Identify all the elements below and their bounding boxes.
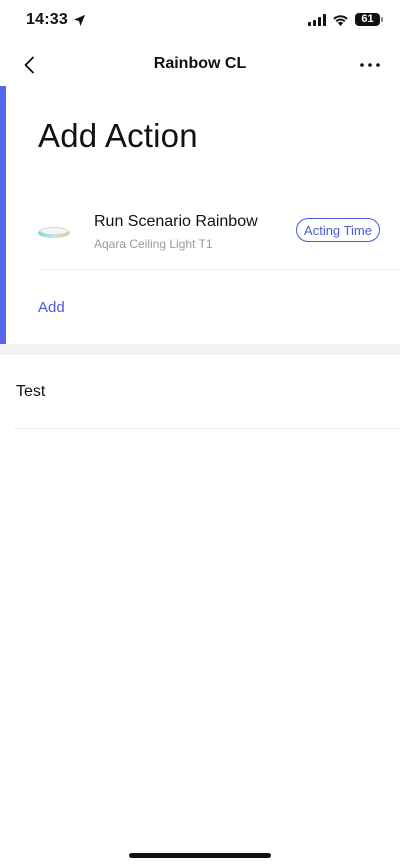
nav-bar: Rainbow CL: [0, 44, 400, 86]
acting-time-button[interactable]: Acting Time: [296, 218, 380, 242]
page-title: Rainbow CL: [153, 55, 247, 72]
more-options-button[interactable]: [356, 52, 384, 78]
add-action-card: Add Action Run Scenario Rainbow Aqara Ce…: [0, 86, 400, 344]
test-label: Test: [16, 383, 46, 400]
wifi-icon: [333, 14, 348, 26]
ceiling-light-icon: [38, 227, 70, 238]
battery-level: 61: [361, 13, 374, 25]
divider: [14, 428, 400, 429]
action-device-name: Aqara Ceiling Light T1: [94, 237, 213, 251]
card-heading: Add Action: [38, 117, 198, 154]
status-time: 14:33: [26, 11, 68, 28]
card-accent-bar: [0, 86, 6, 344]
status-time-group: 14:33: [26, 11, 86, 29]
action-title: Run Scenario Rainbow: [94, 213, 258, 230]
cellular-signal-icon: [308, 13, 326, 26]
test-row[interactable]: Test: [0, 355, 400, 428]
battery-icon: 61: [355, 13, 383, 26]
more-dots-icon: [360, 63, 380, 67]
action-item[interactable]: Run Scenario Rainbow Aqara Ceiling Light…: [14, 204, 400, 270]
status-bar: 14:33 61: [0, 0, 400, 44]
section-separator: [0, 344, 400, 355]
location-arrow-icon: [73, 14, 85, 26]
home-indicator[interactable]: [129, 853, 271, 858]
divider: [38, 269, 400, 270]
status-indicators: 61: [308, 13, 383, 26]
add-action-link[interactable]: Add: [38, 299, 65, 316]
